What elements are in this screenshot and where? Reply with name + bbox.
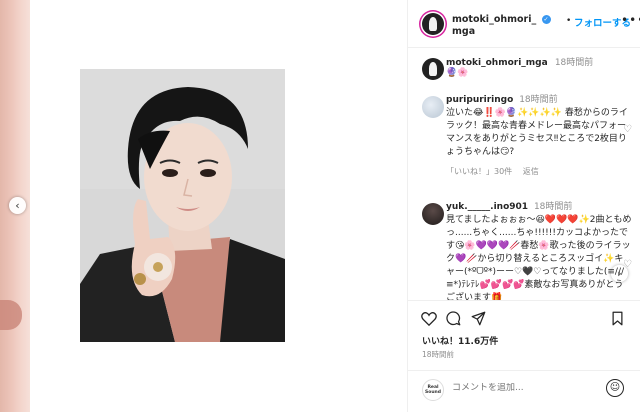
caption-header: motoki_ohmori_mga 18時間前 bbox=[446, 55, 593, 68]
author-username-line2[interactable]: mga bbox=[452, 26, 475, 37]
chevron-left-icon: ‹ bbox=[15, 199, 20, 212]
comments-list[interactable]: motoki_ohmori_mga 18時間前 🔮🌸 puripuriringo… bbox=[408, 48, 640, 300]
author-avatar[interactable] bbox=[422, 13, 444, 35]
commenter-username[interactable]: puripuriringo bbox=[446, 95, 513, 105]
action-bar: いいね！11.6万件 18時間前 bbox=[408, 300, 640, 370]
caption-text: 🔮🌸 bbox=[446, 68, 469, 78]
commenter-avatar[interactable] bbox=[422, 96, 444, 118]
commenter-username[interactable]: yuk._____.ino901 bbox=[446, 202, 528, 212]
current-user-avatar: Real Sound bbox=[422, 379, 444, 401]
comment-time: 18時間前 bbox=[533, 202, 573, 212]
heart-icon[interactable] bbox=[421, 311, 437, 329]
image-panel bbox=[30, 0, 407, 412]
comment-text: 泣いた😂‼️🌸🔮✨✨✨✨ 春愁からのライラック！最高な青春メドレー最高なパフォー… bbox=[446, 108, 628, 157]
likes-count[interactable]: いいね！11.6万件 bbox=[422, 334, 498, 347]
comment-body: puripuriringo 18時間前 泣いた😂‼️🌸🔮✨✨✨✨ 春愁からのライ… bbox=[446, 94, 632, 178]
separator-dot: • bbox=[566, 16, 572, 26]
comment-meta: 「いいね！」30件 返信 bbox=[446, 165, 632, 178]
comment-like-heart-icon[interactable]: ♡ bbox=[623, 124, 632, 135]
reply-button[interactable]: 返信 bbox=[523, 167, 539, 176]
lip-shape bbox=[0, 300, 22, 330]
verified-badge-icon: ✓ bbox=[541, 15, 551, 24]
share-icon[interactable] bbox=[471, 311, 486, 329]
comment-input[interactable] bbox=[452, 383, 602, 393]
comment-icon[interactable] bbox=[446, 311, 461, 329]
current-user-avatar-label: Real Sound bbox=[425, 385, 441, 395]
comment-likes[interactable]: 「いいね！」30件 bbox=[446, 167, 512, 176]
bookmark-icon[interactable] bbox=[611, 311, 624, 329]
selfie-image bbox=[80, 69, 285, 342]
carousel-prev-button[interactable]: ‹ bbox=[9, 197, 26, 214]
more-options-icon[interactable]: ••• bbox=[621, 13, 640, 27]
post-timestamp: 18時間前 bbox=[422, 350, 455, 359]
comment-like-heart-icon[interactable]: ♡ bbox=[623, 259, 632, 270]
author-username[interactable]: motoki_ohmori_ ✓ mga bbox=[452, 14, 582, 38]
post-photo bbox=[80, 69, 285, 342]
commenter-avatar[interactable] bbox=[422, 203, 444, 225]
comment-body: yuk._____.ino901 18時間前 見てましたよぉぉぉ〜😆❤️❤️❤️… bbox=[446, 201, 632, 300]
author-username-line1[interactable]: motoki_ohmori_ bbox=[452, 14, 536, 25]
caption-username[interactable]: motoki_ohmori_mga bbox=[446, 58, 548, 68]
caption-time: 18時間前 bbox=[554, 58, 594, 68]
comment-composer: Real Sound ☺ bbox=[408, 370, 640, 412]
caption-avatar[interactable] bbox=[422, 58, 444, 80]
comment-text: 見てましたよぉぉぉ〜😆❤️❤️❤️✨2曲ともめっ......ちゃく......ち… bbox=[446, 215, 632, 300]
comment-time: 18時間前 bbox=[519, 95, 558, 105]
post-sidebar: motoki_ohmori_ ✓ mga • フォローする ••• motoki… bbox=[408, 0, 640, 412]
emoji-picker-icon[interactable]: ☺ bbox=[606, 379, 624, 397]
post-header: motoki_ohmori_ ✓ mga • フォローする ••• bbox=[408, 0, 640, 48]
